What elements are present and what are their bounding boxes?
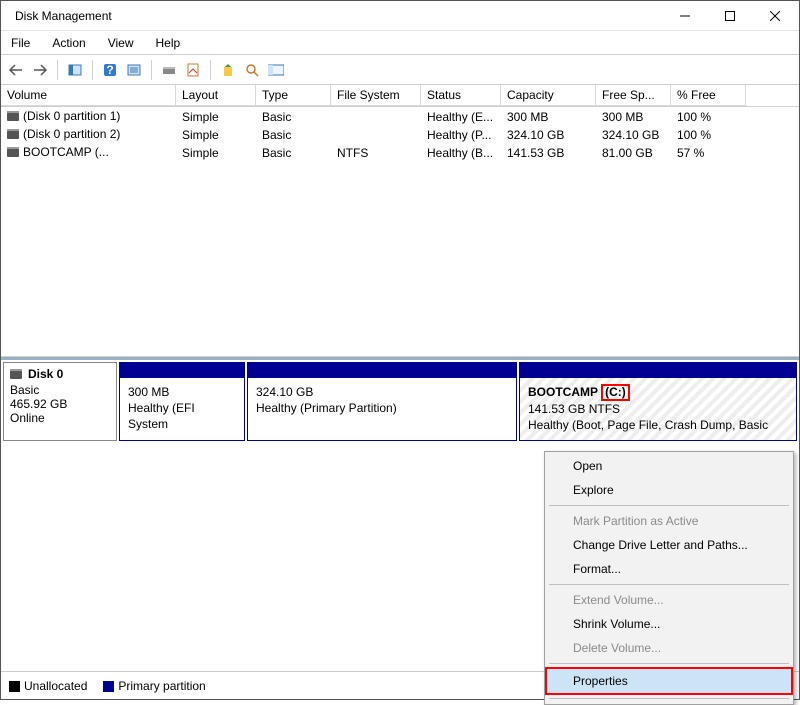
- volume-list[interactable]: (Disk 0 partition 1) Simple Basic Health…: [1, 107, 799, 357]
- partition-size: 324.10 GB: [256, 384, 508, 400]
- toolbar: ?: [1, 55, 799, 85]
- col-type[interactable]: Type: [256, 85, 331, 106]
- volume-name: BOOTCAMP (...: [23, 145, 109, 159]
- svg-text:?: ?: [106, 63, 113, 77]
- window-title: Disk Management: [15, 9, 112, 23]
- col-free-space[interactable]: Free Sp...: [596, 85, 671, 106]
- partition-size-fs: 141.53 GB NTFS: [528, 401, 788, 417]
- disk-size: 465.92 GB: [10, 397, 110, 411]
- ctx-open[interactable]: Open: [547, 454, 791, 478]
- action-icon[interactable]: [217, 59, 239, 81]
- forward-button[interactable]: [29, 59, 51, 81]
- volume-row[interactable]: BOOTCAMP (... Simple Basic NTFS Healthy …: [1, 143, 799, 161]
- list-view-icon[interactable]: [265, 59, 287, 81]
- menu-action[interactable]: Action: [48, 34, 89, 52]
- ctx-shrink-volume[interactable]: Shrink Volume...: [547, 612, 791, 636]
- close-button[interactable]: [752, 2, 797, 30]
- ctx-separator: [549, 698, 789, 699]
- legend-label: Primary partition: [118, 679, 205, 693]
- show-hide-console-icon[interactable]: [64, 59, 86, 81]
- menu-file[interactable]: File: [7, 34, 34, 52]
- maximize-button[interactable]: [707, 2, 752, 30]
- disk-label: Disk 0: [28, 367, 63, 381]
- legend-swatch-unallocated: [9, 681, 20, 692]
- disk-state: Online: [10, 411, 110, 425]
- volume-name: (Disk 0 partition 1): [23, 109, 120, 123]
- ctx-separator: [549, 663, 789, 664]
- title-bar: Disk Management: [1, 1, 799, 31]
- ctx-separator: [549, 584, 789, 585]
- col-layout[interactable]: Layout: [176, 85, 256, 106]
- back-button[interactable]: [5, 59, 27, 81]
- refresh-icon[interactable]: [158, 59, 180, 81]
- partition-name: BOOTCAMP: [528, 385, 598, 399]
- ctx-format[interactable]: Format...: [547, 557, 791, 581]
- partition-status: Healthy (Primary Partition): [256, 400, 508, 416]
- search-icon[interactable]: [241, 59, 263, 81]
- col-capacity[interactable]: Capacity: [501, 85, 596, 106]
- ctx-change-drive-letter[interactable]: Change Drive Letter and Paths...: [547, 533, 791, 557]
- volume-row[interactable]: (Disk 0 partition 1) Simple Basic Health…: [1, 107, 799, 125]
- ctx-delete-volume: Delete Volume...: [547, 636, 791, 660]
- volume-icon: [7, 147, 19, 157]
- ctx-separator: [549, 505, 789, 506]
- ctx-explore[interactable]: Explore: [547, 478, 791, 502]
- minimize-button[interactable]: [662, 2, 707, 30]
- volume-icon: [7, 129, 19, 139]
- drive-letter-highlight: (C:): [601, 384, 630, 401]
- legend-swatch-primary: [103, 681, 114, 692]
- disk-graphical-view: Disk 0 Basic 465.92 GB Online 300 MB Hea…: [1, 357, 799, 443]
- volume-icon: [7, 111, 19, 121]
- disk-type: Basic: [10, 383, 110, 397]
- volume-name: (Disk 0 partition 2): [23, 127, 120, 141]
- context-menu: Open Explore Mark Partition as Active Ch…: [544, 451, 794, 705]
- legend-label: Unallocated: [24, 679, 87, 693]
- properties-icon[interactable]: [182, 59, 204, 81]
- help-icon[interactable]: ?: [99, 59, 121, 81]
- ctx-properties[interactable]: Properties: [547, 669, 791, 693]
- partition-block[interactable]: 300 MB Healthy (EFI System: [119, 362, 245, 441]
- col-filesystem[interactable]: File System: [331, 85, 421, 106]
- volume-row[interactable]: (Disk 0 partition 2) Simple Basic Health…: [1, 125, 799, 143]
- menu-bar: File Action View Help: [1, 31, 799, 55]
- col-status[interactable]: Status: [421, 85, 501, 106]
- volume-list-header: Volume Layout Type File System Status Ca…: [1, 85, 799, 107]
- ctx-extend-volume: Extend Volume...: [547, 588, 791, 612]
- settings-icon[interactable]: [123, 59, 145, 81]
- partition-block-selected[interactable]: BOOTCAMP (C:) 141.53 GB NTFS Healthy (Bo…: [519, 362, 797, 441]
- partition-block[interactable]: 324.10 GB Healthy (Primary Partition): [247, 362, 517, 441]
- disk-icon: [10, 369, 22, 379]
- col-percent-free[interactable]: % Free: [671, 85, 746, 106]
- disk-summary[interactable]: Disk 0 Basic 465.92 GB Online: [3, 362, 117, 441]
- col-volume[interactable]: Volume: [1, 85, 176, 106]
- partition-size: 300 MB: [128, 384, 236, 400]
- menu-view[interactable]: View: [104, 34, 138, 52]
- menu-help[interactable]: Help: [152, 34, 185, 52]
- properties-highlight: Properties: [545, 667, 793, 695]
- partition-status: Healthy (EFI System: [128, 400, 236, 432]
- ctx-mark-active: Mark Partition as Active: [547, 509, 791, 533]
- partition-status: Healthy (Boot, Page File, Crash Dump, Ba…: [528, 417, 788, 433]
